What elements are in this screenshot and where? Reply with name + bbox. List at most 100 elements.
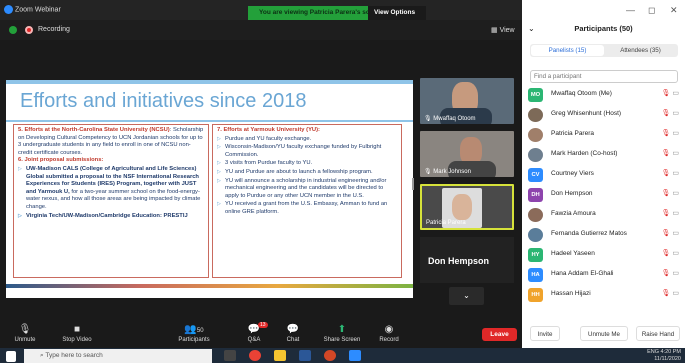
system-tray[interactable]: ENG 4:20 PM 11/11/2020	[647, 349, 681, 362]
participant-status-icons: 🎙 ▭	[662, 249, 679, 257]
participant-row[interactable]: MO Mwaffaq Otoom (Me) 🎙 ▭	[522, 86, 685, 104]
participant-name: Fawzia Amoura	[551, 210, 596, 217]
search-input[interactable]	[530, 70, 678, 83]
camera-icon: ▭	[672, 230, 679, 237]
item-5-heading: 5. Efforts at the North-Carolina State U…	[18, 127, 170, 133]
windows-start-icon[interactable]	[6, 351, 16, 362]
item-5: 5. Efforts at the North-Carolina State U…	[18, 127, 204, 157]
participant-row[interactable]: CV Courtney Viers 🎙 ▭	[522, 166, 685, 184]
participant-row[interactable]: HA Hana Addam El-Ghali 🎙 ▭	[522, 266, 685, 284]
video-tile-mwaffaq[interactable]: 🎙 Mwaffaq Otoom	[420, 78, 514, 124]
record-button[interactable]: ◉ Record	[367, 324, 411, 343]
leave-button[interactable]: Leave	[482, 328, 517, 341]
participant-row[interactable]: Greg Whisenhunt (Host) 🎙 ▭	[522, 106, 685, 124]
minimize-button[interactable]: —	[626, 5, 635, 15]
mic-muted-icon: 🎙	[661, 290, 671, 297]
view-options-button[interactable]: View Options ⌄	[368, 6, 426, 30]
participant-status-icons: 🎙 ▭	[662, 269, 679, 277]
close-button[interactable]: ✕	[670, 5, 678, 16]
participant-row[interactable]: Patricia Parera 🎙 ▭	[522, 126, 685, 144]
powerpoint-icon[interactable]	[324, 350, 336, 361]
camera-icon: ▭	[672, 210, 679, 217]
mic-muted-icon: 🎙	[661, 250, 671, 257]
share-screen-button[interactable]: ⬆ Share Screen	[320, 324, 364, 343]
recording-icon	[25, 26, 33, 34]
avatar-photo	[528, 208, 543, 222]
bullet-yu-1: Purdue and YU faculty exchange.	[217, 136, 397, 144]
stop-video-button[interactable]: ■ Stop Video	[55, 324, 99, 343]
camera-icon: ▭	[672, 150, 679, 157]
mic-muted-icon: 🎙	[661, 90, 671, 97]
file-explorer-icon[interactable]	[274, 350, 286, 361]
bullet-yu-4: YU and Purdue are about to launch a fell…	[217, 169, 397, 177]
taskbar-search[interactable]: ⌕ Type here to search	[24, 349, 212, 363]
avatar-photo	[528, 148, 543, 162]
video-tile-patricia[interactable]: Patricia Parera	[420, 184, 514, 230]
slide-left-column: 5. Efforts at the North-Carolina State U…	[13, 124, 209, 278]
camera-icon: ▭	[672, 190, 679, 197]
participant-name: Mark Harden (Co-host)	[551, 150, 618, 157]
participant-row[interactable]: Fernanda Gutierrez Matos 🎙 ▭	[522, 226, 685, 244]
screen-share-banner: You are viewing Patricia Parera's screen…	[248, 6, 426, 30]
mic-muted-icon: 🎙	[661, 270, 671, 277]
unmute-button[interactable]: 🎙 Unmute	[3, 324, 47, 343]
video-tile-name: 🎙 Mwaffaq Otoom	[424, 116, 476, 122]
participants-title: Participants (50)	[574, 24, 633, 33]
task-view-icon[interactable]	[224, 350, 236, 361]
shield-icon[interactable]	[9, 26, 17, 34]
chat-icon: 💬	[286, 324, 300, 335]
zoom-taskbar-icon[interactable]	[349, 350, 361, 361]
qa-badge: 13	[258, 322, 268, 328]
slide-title: Efforts and initiatives since 2018	[20, 90, 307, 112]
tile-1-name: Mwaffaq Otoom	[433, 116, 476, 122]
zoom-logo-icon	[4, 5, 13, 14]
avatar-photo	[528, 228, 543, 242]
unmute-me-button[interactable]: Unmute Me	[580, 326, 628, 341]
participants-button[interactable]: 👥50 Participants	[172, 324, 216, 343]
bullet-virginia-tech: Virginia Tech/UW-Madison/Cambridge Educa…	[18, 213, 204, 221]
splitter-handle[interactable]	[412, 178, 414, 190]
taskbar-search-text: Type here to search	[45, 352, 103, 359]
word-icon[interactable]	[299, 350, 311, 361]
view-button[interactable]: ▦ View	[491, 26, 515, 34]
bullet-yu-2: Wisconsin-Madison/YU faculty exchange fu…	[217, 144, 397, 159]
avatar-photo	[528, 108, 543, 122]
participant-name: Mwaffaq Otoom (Me)	[551, 90, 612, 97]
participant-row[interactable]: Mark Harden (Co-host) 🎙 ▭	[522, 146, 685, 164]
video-tile-mark[interactable]: 🎙 Mark Johnson	[420, 131, 514, 177]
camera-icon: ▭	[672, 250, 679, 257]
chrome-icon[interactable]	[249, 350, 261, 361]
participant-row[interactable]: Fawzia Amoura 🎙 ▭	[522, 206, 685, 224]
participant-row[interactable]: HH Hassan Hijazi 🎙 ▭	[522, 286, 685, 304]
mic-muted-icon: 🎙	[18, 324, 32, 335]
mic-muted-icon: 🎙	[661, 130, 671, 137]
participant-row[interactable]: HY Hadeel Yaseen 🎙 ▭	[522, 246, 685, 264]
recording-label: Recording	[38, 26, 70, 33]
raise-hand-button[interactable]: Raise Hand	[636, 326, 680, 341]
invite-button[interactable]: Invite	[530, 326, 560, 341]
mic-muted-icon: 🎙	[661, 190, 671, 197]
qa-button[interactable]: 💬 Q&A	[232, 324, 276, 343]
tile-4-name: Don Hempson	[428, 256, 490, 266]
tab-attendees[interactable]: Attendees (35)	[604, 45, 677, 56]
tab-panelists[interactable]: Panelists (15)	[531, 45, 604, 56]
maximize-button[interactable]: ◻	[648, 5, 655, 16]
participant-row[interactable]: DH Don Hempson 🎙 ▭	[522, 186, 685, 204]
camera-icon: ▭	[672, 270, 679, 277]
chat-button[interactable]: 💬 Chat	[271, 324, 315, 343]
participant-name: Greg Whisenhunt (Host)	[551, 110, 622, 117]
app-title-text: Zoom Webinar	[15, 6, 61, 14]
bullet-yu-5: YU will announce a scholarship in indust…	[217, 178, 397, 201]
share-screen-label: Share Screen	[323, 337, 361, 343]
participants-panel: — ◻ ✕ ⌄ Participants (50) Panelists (15)…	[522, 0, 685, 348]
view-label: View	[499, 27, 515, 34]
participants-label: Participants	[178, 337, 210, 343]
mic-muted-icon: 🎙	[661, 230, 671, 237]
chevron-down-icon[interactable]: ⌄	[449, 287, 484, 305]
slide-right-column: 7. Efforts at Yarmouk University (YU): P…	[212, 124, 402, 278]
qa-icon: 💬	[247, 324, 261, 335]
participant-tabs: Panelists (15) Attendees (35)	[530, 44, 678, 57]
avatar: DH	[528, 188, 543, 202]
recording-bar	[0, 20, 522, 40]
participant-name: Hadeel Yaseen	[551, 250, 595, 257]
